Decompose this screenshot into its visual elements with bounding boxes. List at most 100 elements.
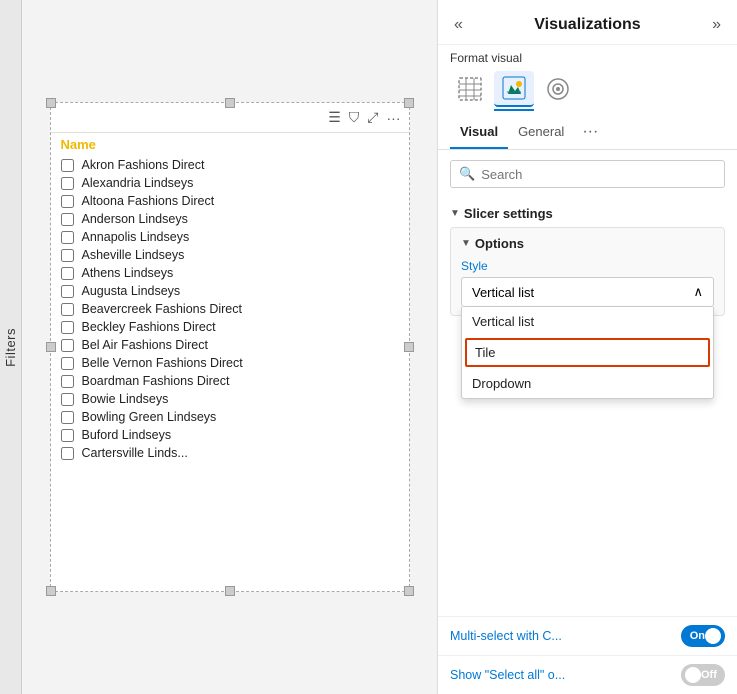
list-item-label: Bowling Green Lindseys (82, 410, 217, 424)
list-item-label: Alexandria Lindseys (82, 176, 194, 190)
style-dropdown-button[interactable]: Vertical list ∧ (461, 277, 714, 307)
tab-visual[interactable]: Visual (450, 116, 508, 149)
filters-tab[interactable]: Filters (0, 0, 22, 694)
list-item-checkbox[interactable] (61, 249, 74, 262)
list-item-label: Cartersville Linds... (82, 446, 188, 460)
list-item[interactable]: Beavercreek Fashions Direct (51, 300, 409, 318)
options-chevron: ▼ (461, 238, 471, 249)
format-icons (450, 71, 725, 107)
list-item-label: Belle Vernon Fashions Direct (82, 356, 243, 370)
hamburger-icon[interactable]: ☰ (328, 109, 341, 126)
slicer-settings-header[interactable]: ▼ Slicer settings (450, 198, 725, 227)
list-item-label: Akron Fashions Direct (82, 158, 205, 172)
tab-more[interactable]: ··· (578, 115, 602, 149)
style-dropdown: Vertical list ∧ Vertical list Tile Dropd… (461, 277, 714, 307)
list-item-checkbox[interactable] (61, 285, 74, 298)
expand-button[interactable]: » (708, 14, 725, 36)
right-panel: « Visualizations » Format visual (437, 0, 737, 694)
more-options-icon[interactable]: ··· (387, 110, 401, 126)
list-item[interactable]: Augusta Lindseys (51, 282, 409, 300)
table-format-button[interactable] (450, 71, 490, 107)
list-item-checkbox[interactable] (61, 375, 74, 388)
list-item-checkbox[interactable] (61, 195, 74, 208)
toggle-knob (705, 628, 721, 644)
toggle-row-multiselect: Multi-select with C... On (438, 616, 737, 655)
list-item[interactable]: Bowling Green Lindseys (51, 408, 409, 426)
list-item-checkbox[interactable] (61, 357, 74, 370)
list-item[interactable]: Athens Lindseys (51, 264, 409, 282)
options-header[interactable]: ▼ Options (461, 236, 714, 251)
filters-label: Filters (3, 328, 18, 367)
toggle-off-label: Off (701, 669, 717, 681)
list-item-checkbox[interactable] (61, 393, 74, 406)
dropdown-item-vertical[interactable]: Vertical list (462, 307, 713, 336)
format-label: Format visual (450, 51, 725, 65)
paint-format-button[interactable] (494, 71, 534, 107)
list-item-checkbox[interactable] (61, 231, 74, 244)
list-item-checkbox[interactable] (61, 213, 74, 226)
list-item-label: Bowie Lindseys (82, 392, 169, 406)
collapse-button[interactable]: « (450, 14, 467, 36)
list-item[interactable]: Cartersville Linds... (51, 444, 409, 462)
search-input[interactable] (481, 167, 716, 182)
search-icon: 🔍 (459, 166, 475, 182)
selectall-toggle-button[interactable]: Off (681, 664, 725, 686)
slicer-settings-label: Slicer settings (464, 206, 553, 221)
list-item-checkbox[interactable] (61, 339, 74, 352)
list-item-checkbox[interactable] (61, 159, 74, 172)
analytics-format-button[interactable] (538, 71, 578, 107)
list-item[interactable]: Bel Air Fashions Direct (51, 336, 409, 354)
list-item[interactable]: Bowie Lindseys (51, 390, 409, 408)
list-item-label: Boardman Fashions Direct (82, 374, 230, 388)
panel-title: Visualizations (534, 16, 640, 34)
settings-section: ▼ Slicer settings ▼ Options Style Vertic… (438, 198, 737, 616)
list-item-label: Altoona Fashions Direct (82, 194, 215, 208)
list-item-label: Augusta Lindseys (82, 284, 181, 298)
toggle-knob-off (685, 667, 701, 683)
multiselect-toggle[interactable]: On (681, 625, 725, 647)
list-item-checkbox[interactable] (61, 447, 74, 460)
list-item-checkbox[interactable] (61, 321, 74, 334)
multiselect-toggle-button[interactable]: On (681, 625, 725, 647)
options-label: Options (475, 236, 524, 251)
slicer-header: Name (51, 133, 409, 154)
list-item[interactable]: Beckley Fashions Direct (51, 318, 409, 336)
selectall-toggle[interactable]: Off (681, 664, 725, 686)
list-item-label: Asheville Lindseys (82, 248, 185, 262)
dropdown-item-tile[interactable]: Tile (465, 338, 710, 367)
slicer-toolbar: ☰ ⛉ ⤢ ··· (51, 103, 409, 133)
left-panel: ☰ ⛉ ⤢ ··· Name Akron Fashions Direct Alex… (22, 0, 437, 694)
list-item-checkbox[interactable] (61, 303, 74, 316)
list-item-label: Bel Air Fashions Direct (82, 338, 208, 352)
dropdown-item-dropdown[interactable]: Dropdown (462, 369, 713, 398)
search-box: 🔍 (450, 160, 725, 188)
settings-chevron: ▼ (450, 208, 460, 219)
list-item-checkbox[interactable] (61, 429, 74, 442)
list-item-label: Buford Lindseys (82, 428, 172, 442)
list-item[interactable]: Asheville Lindseys (51, 246, 409, 264)
style-label: Style (461, 259, 714, 273)
panel-header: « Visualizations » (438, 0, 737, 45)
list-item-checkbox[interactable] (61, 177, 74, 190)
filter-icon[interactable]: ⛉ (349, 109, 360, 126)
list-item-checkbox[interactable] (61, 411, 74, 424)
list-item[interactable]: Altoona Fashions Direct (51, 192, 409, 210)
format-section: Format visual (438, 45, 737, 111)
list-item[interactable]: Boardman Fashions Direct (51, 372, 409, 390)
list-item[interactable]: Alexandria Lindseys (51, 174, 409, 192)
expand-icon[interactable]: ⤢ (367, 109, 378, 126)
list-item[interactable]: Anderson Lindseys (51, 210, 409, 228)
vis-tabs: Visual General ··· (438, 115, 737, 150)
list-item[interactable]: Belle Vernon Fashions Direct (51, 354, 409, 372)
list-item[interactable]: Buford Lindseys (51, 426, 409, 444)
multiselect-label: Multi-select with C... (450, 629, 681, 643)
chevron-up-icon: ∧ (693, 284, 703, 300)
style-dropdown-menu: Vertical list Tile Dropdown (461, 307, 714, 399)
list-item-checkbox[interactable] (61, 267, 74, 280)
list-item[interactable]: Annapolis Lindseys (51, 228, 409, 246)
list-item[interactable]: Akron Fashions Direct (51, 156, 409, 174)
tab-general[interactable]: General (508, 116, 574, 149)
options-section: ▼ Options Style Vertical list ∧ Vertical… (450, 227, 725, 316)
slicer-list[interactable]: Akron Fashions Direct Alexandria Lindseys… (51, 154, 409, 591)
list-item-label: Anderson Lindseys (82, 212, 188, 226)
